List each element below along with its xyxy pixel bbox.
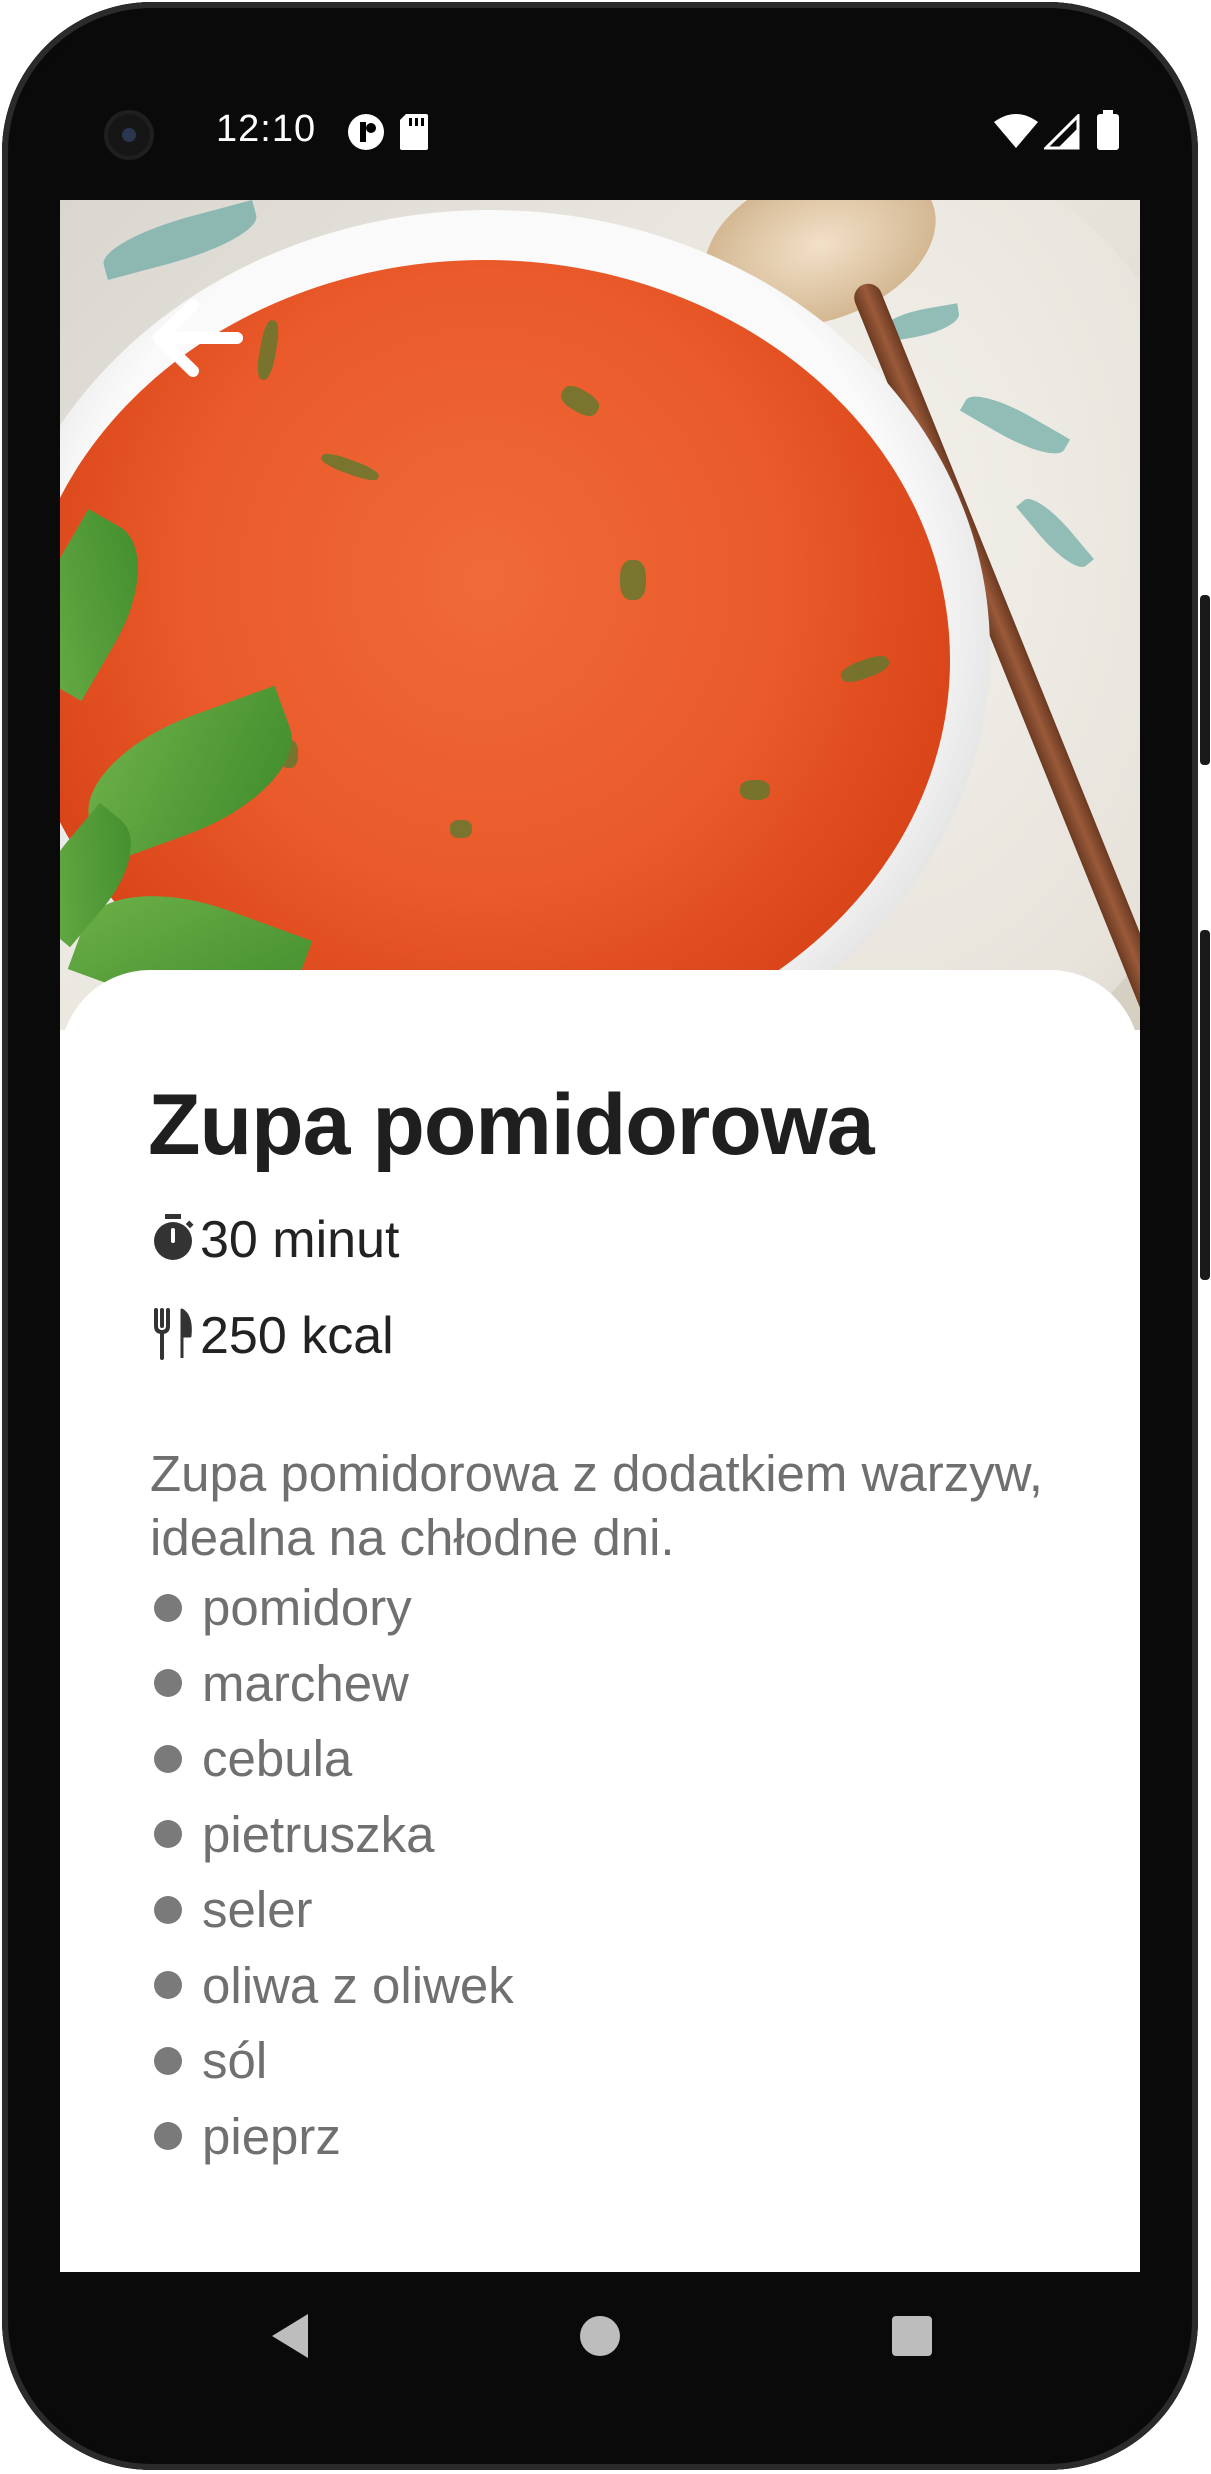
- preparation-time-value: 30 minut: [200, 1211, 400, 1269]
- napkin-pattern: [97, 200, 263, 281]
- nav-back-icon: [268, 2312, 312, 2364]
- ingredient-item: pietruszka: [150, 1797, 514, 1873]
- status-time: 12:10: [216, 108, 317, 150]
- bullet-icon: [154, 1895, 182, 1924]
- cutlery-icon: [150, 1308, 196, 1364]
- ingredient-list: pomidory marchew cebula pietruszka seler…: [150, 1570, 514, 2174]
- nav-recents-icon: [890, 2314, 934, 2362]
- battery-icon: [1096, 110, 1120, 154]
- bullet-icon: [154, 1593, 182, 1622]
- signal-icon: [1042, 112, 1080, 154]
- nav-home-icon: [578, 2314, 622, 2362]
- sd-card-icon: [398, 112, 430, 156]
- bullet-icon: [154, 1820, 182, 1849]
- ingredient-item: pieprz: [150, 2099, 514, 2175]
- recipe-details-card: Zupa pomidorowa 30 minut 250 kcal Zupa p…: [60, 970, 1140, 2272]
- ingredient-item: oliwa z oliwek: [150, 1948, 514, 2024]
- ingredient-item: pomidory: [150, 1570, 514, 1646]
- volume-button: [1200, 930, 1210, 1280]
- timer-icon: [150, 1212, 196, 1268]
- recipe-description: Zupa pomidorowa z dodatkiem warzyw, idea…: [150, 1445, 1043, 1566]
- preparation-time: 30 minut: [150, 1210, 399, 1270]
- recipe-title: Zupa pomidorowa: [148, 1077, 875, 1173]
- ingredient-item: sól: [150, 2023, 514, 2099]
- nav-back-button[interactable]: [260, 2308, 320, 2368]
- back-button[interactable]: [140, 285, 250, 395]
- bullet-icon: [154, 1971, 182, 2000]
- ingredient-item: cebula: [150, 1721, 514, 1797]
- ingredient-item: seler: [150, 1872, 514, 1948]
- calories-value: 250 kcal: [200, 1307, 394, 1365]
- system-navigation-bar: [60, 2272, 1140, 2402]
- wifi-icon: [994, 114, 1038, 154]
- calories: 250 kcal: [150, 1306, 394, 1366]
- bullet-icon: [154, 2122, 182, 2151]
- app-screen: Zupa pomidorowa 30 minut 250 kcal Zupa p…: [60, 200, 1140, 2272]
- status-bar: 12:10: [60, 90, 1140, 170]
- arrow-back-icon: [145, 293, 245, 387]
- power-button: [1200, 595, 1210, 765]
- nav-recents-button[interactable]: [882, 2308, 942, 2368]
- nav-home-button[interactable]: [570, 2308, 630, 2368]
- app-notification-icon: [346, 112, 386, 156]
- bullet-icon: [154, 2046, 182, 2075]
- front-camera: [104, 110, 154, 160]
- bullet-icon: [154, 1744, 182, 1773]
- bullet-icon: [154, 1669, 182, 1698]
- ingredient-item: marchew: [150, 1646, 514, 1722]
